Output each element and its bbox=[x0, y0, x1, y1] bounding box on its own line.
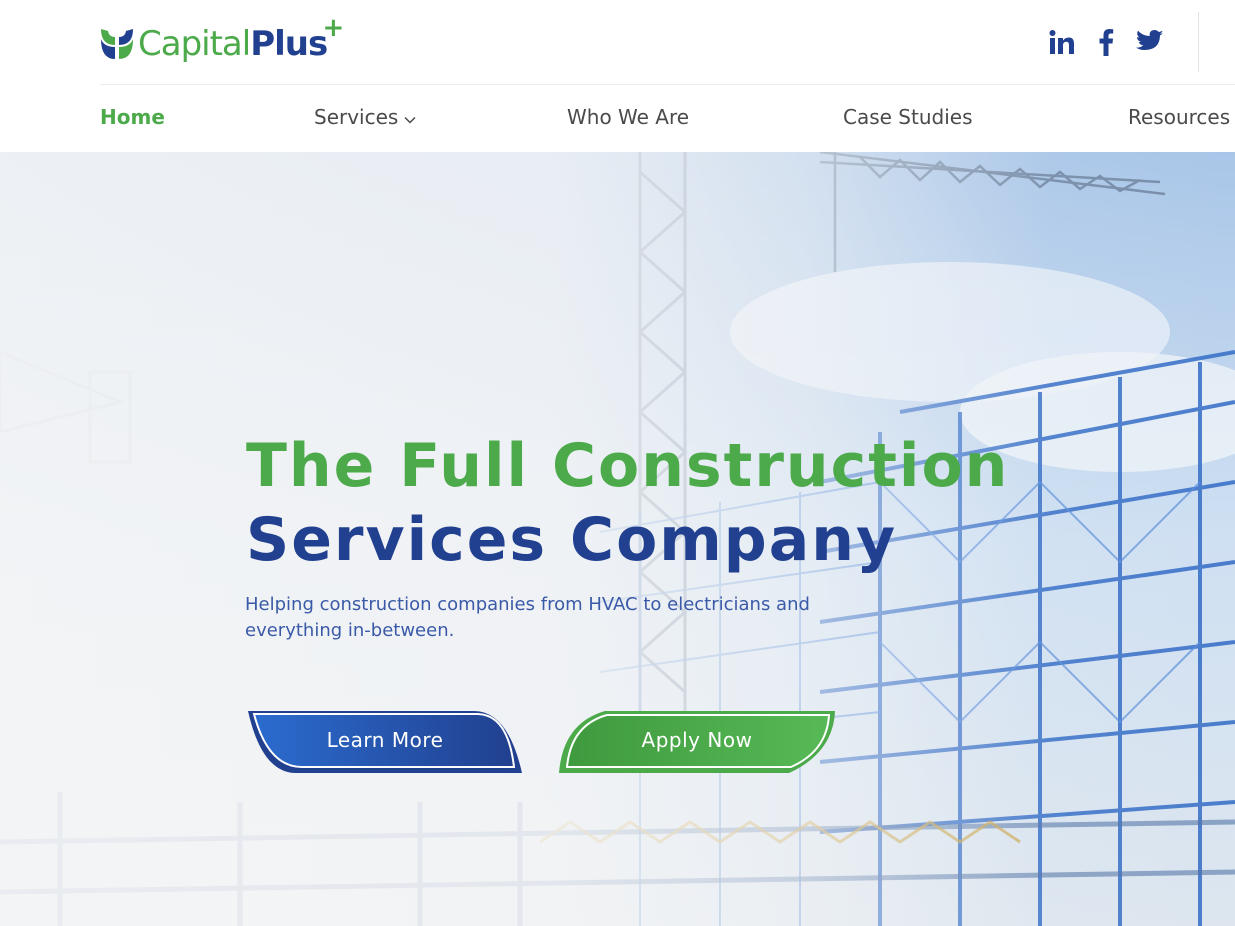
social-links bbox=[1040, 26, 1172, 58]
facebook-icon bbox=[1099, 29, 1114, 56]
linkedin-icon bbox=[1049, 30, 1074, 54]
nav-item-services-label: Services bbox=[314, 105, 399, 129]
logo-word-plus: Plus bbox=[250, 24, 328, 64]
apply-now-button[interactable]: Apply Now bbox=[557, 709, 837, 775]
logo-mark-icon bbox=[101, 29, 133, 59]
nav-item-case-studies[interactable]: Case Studies bbox=[843, 105, 973, 129]
nav-item-who-we-are[interactable]: Who We Are bbox=[567, 105, 689, 129]
linkedin-link[interactable] bbox=[1040, 26, 1084, 58]
twitter-icon bbox=[1136, 30, 1163, 50]
nav-item-services[interactable]: Services bbox=[314, 105, 416, 131]
twitter-link[interactable] bbox=[1128, 26, 1172, 58]
logo-plus-sign: + bbox=[322, 13, 344, 43]
facebook-link[interactable] bbox=[1084, 26, 1128, 58]
learn-more-label: Learn More bbox=[326, 728, 444, 752]
hero-title-line-1: The Full Construction bbox=[246, 431, 1010, 501]
hero-section: The Full Construction Services Company H… bbox=[0, 152, 1235, 926]
learn-more-button[interactable]: Learn More bbox=[246, 709, 524, 775]
logo-word-capital: Capital bbox=[138, 24, 251, 64]
header-divider bbox=[1198, 12, 1199, 72]
site-header: CapitalPlus + bbox=[0, 0, 1235, 85]
apply-now-label: Apply Now bbox=[641, 728, 753, 752]
main-nav: Home Services Who We Are Case Studies Re… bbox=[0, 85, 1235, 152]
logo-wordmark: CapitalPlus + bbox=[138, 15, 344, 64]
chevron-down-icon bbox=[404, 105, 416, 129]
logo-link[interactable]: CapitalPlus + bbox=[100, 15, 344, 66]
hero-title-line-2: Services Company bbox=[246, 505, 898, 575]
hero-subtitle: Helping construction companies from HVAC… bbox=[245, 594, 810, 641]
nav-item-resources[interactable]: Resources bbox=[1128, 105, 1230, 129]
nav-item-home[interactable]: Home bbox=[100, 105, 165, 129]
